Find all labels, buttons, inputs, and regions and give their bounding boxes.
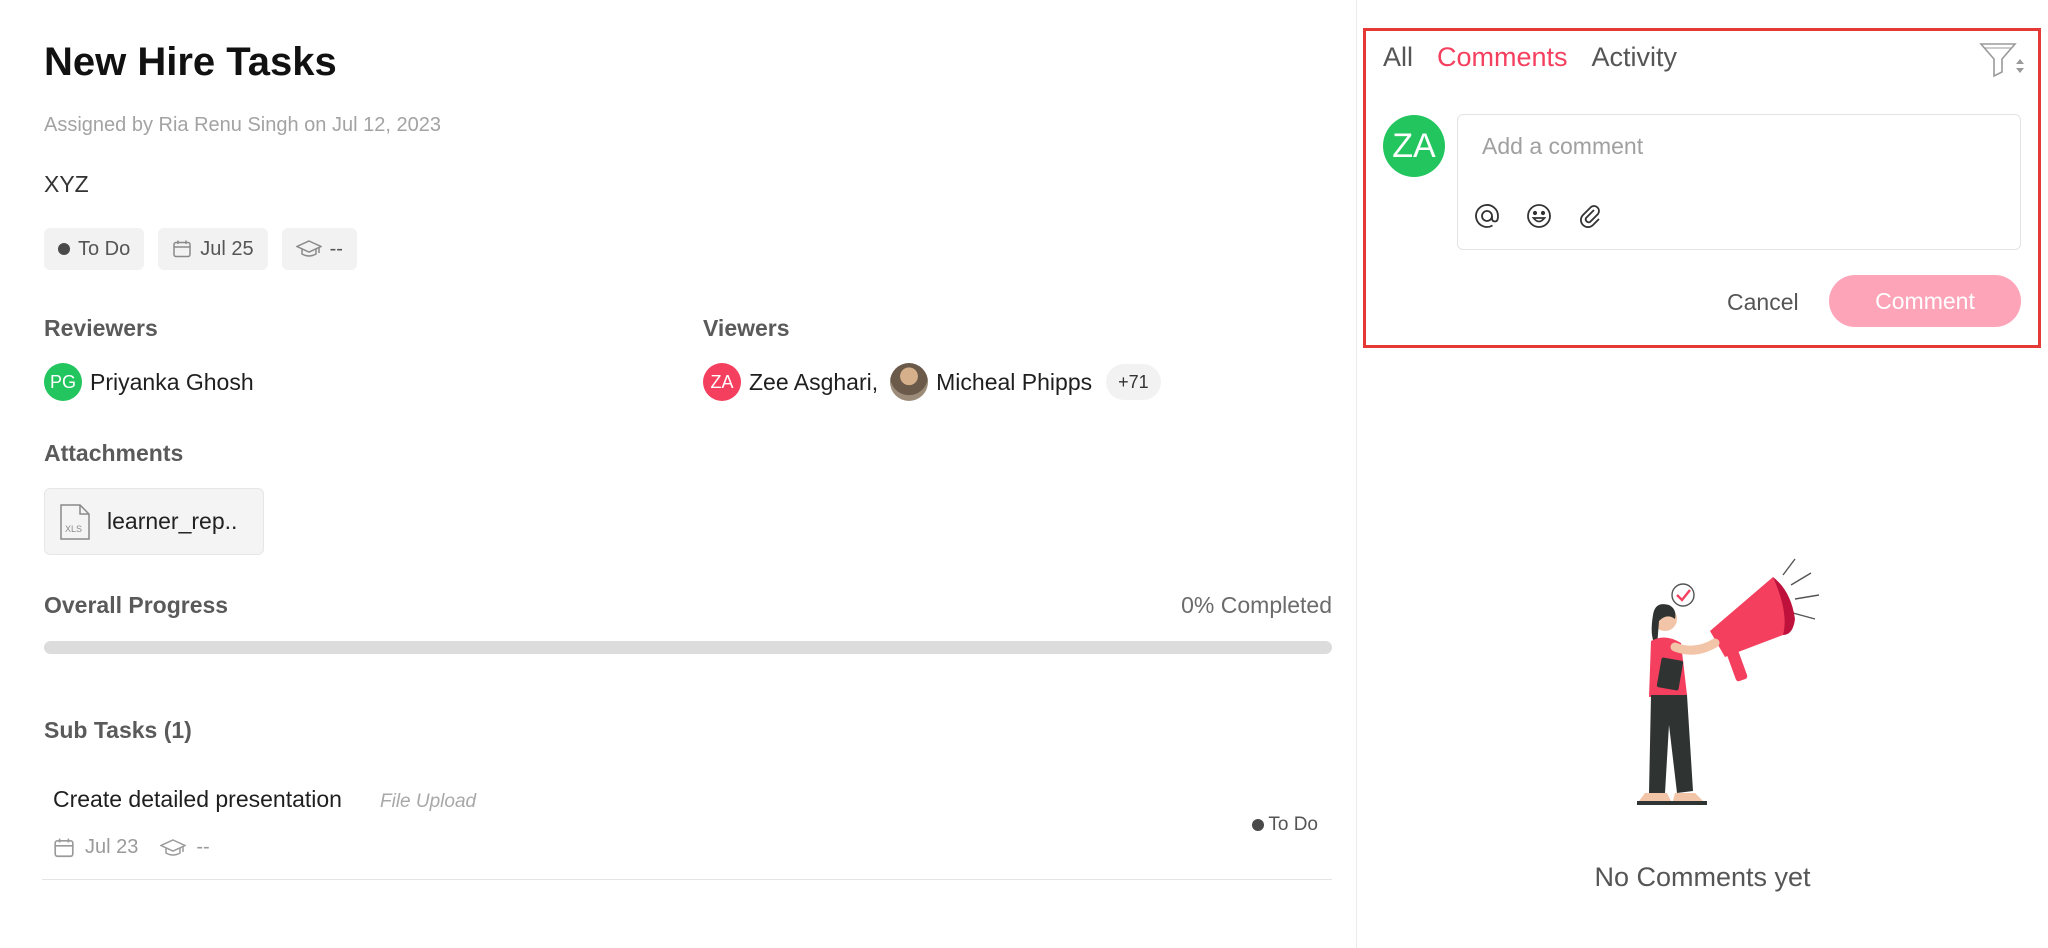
subtask-status-label: To Do: [1268, 814, 1318, 835]
subtask-status: To Do: [1252, 814, 1318, 836]
due-date-chip[interactable]: Jul 25: [158, 228, 268, 270]
viewers-list: ZA Zee Asghari, Micheal Phipps +71: [703, 363, 1161, 401]
assigned-by-text: Assigned by Ria Renu Singh on: [44, 114, 327, 136]
attachment-name: learner_rep..: [107, 508, 238, 534]
comments-tabs: All Comments Activity: [1383, 42, 1677, 73]
task-chips: To Do Jul 25 --: [44, 228, 357, 270]
comment-composer: [1457, 114, 2021, 250]
subtask-type: File Upload: [380, 791, 477, 812]
task-title: New Hire Tasks: [44, 40, 337, 84]
filter-icon: [1979, 43, 2024, 78]
avatar-photo[interactable]: [890, 363, 929, 401]
comment-submit-button[interactable]: Comment: [1829, 275, 2021, 327]
subtask-date: Jul 23: [85, 836, 139, 858]
calendar-icon: [54, 838, 74, 857]
avatar: ZA: [1383, 115, 1445, 177]
paperclip-icon: [1580, 205, 1600, 228]
task-description: XYZ: [44, 171, 89, 197]
tab-all[interactable]: All: [1383, 42, 1413, 73]
more-viewers-button[interactable]: +71: [1106, 364, 1161, 400]
status-dot-icon: [58, 243, 70, 255]
comments-panel: All Comments Activity ZA Add a comment C…: [1357, 0, 2048, 948]
course-label: --: [329, 237, 343, 260]
tab-activity[interactable]: Activity: [1592, 42, 1678, 73]
cancel-button[interactable]: Cancel: [1713, 277, 1813, 327]
emoji-button[interactable]: [1524, 201, 1554, 231]
assigned-info: Assigned by Ria Renu Singh on Jul 12, 20…: [44, 114, 441, 137]
subtask-row[interactable]: Create detailed presentation File Upload…: [42, 772, 1332, 880]
reviewers-heading: Reviewers: [44, 315, 158, 341]
svg-text:XLS: XLS: [65, 524, 82, 534]
subtasks-heading: Sub Tasks (1): [44, 717, 192, 743]
progress-heading: Overall Progress: [44, 592, 229, 618]
progress-bar: [44, 641, 1332, 654]
emoji-icon: [1527, 204, 1551, 228]
comment-tools: [1472, 201, 1606, 231]
task-detail-panel: New Hire Tasks Assigned by Ria Renu Sing…: [0, 0, 1356, 948]
filter-sort-button[interactable]: [1978, 40, 2026, 80]
reviewers-list: PG Priyanka Ghosh: [44, 363, 254, 401]
at-icon: [1475, 204, 1499, 228]
course-chip[interactable]: --: [281, 228, 357, 270]
attach-button[interactable]: [1576, 201, 1606, 231]
status-chip-label: To Do: [78, 237, 131, 260]
graduation-cap-icon: [160, 838, 187, 856]
subtask-course: --: [196, 836, 210, 858]
comment-input[interactable]: [1482, 133, 2002, 160]
megaphone-illustration: [1637, 558, 1820, 805]
subtask-meta: Jul 23 --: [53, 836, 210, 859]
xls-file-icon: XLS: [60, 503, 90, 540]
graduation-cap-icon: [295, 240, 322, 257]
due-date-label: Jul 25: [200, 237, 254, 260]
attachments-heading: Attachments: [44, 440, 184, 466]
avatar[interactable]: PG: [44, 363, 82, 401]
calendar-icon: [173, 240, 191, 258]
mention-button[interactable]: [1472, 201, 1502, 231]
status-dot-icon: [1252, 819, 1265, 831]
tab-comments[interactable]: Comments: [1437, 42, 1568, 73]
status-chip[interactable]: To Do: [44, 228, 145, 270]
viewer-name[interactable]: Micheal Phipps: [936, 369, 1092, 396]
avatar[interactable]: ZA: [703, 363, 741, 401]
reviewer-name[interactable]: Priyanka Ghosh: [90, 369, 254, 396]
attachment-file[interactable]: XLS learner_rep..: [44, 488, 264, 555]
assigned-date: Jul 12, 2023: [331, 114, 441, 136]
empty-state-text: No Comments yet: [1594, 862, 1811, 892]
progress-percent: 0% Completed: [1181, 592, 1332, 618]
subtask-title[interactable]: Create detailed presentation: [53, 786, 342, 813]
viewers-heading: Viewers: [703, 315, 790, 341]
viewer-name[interactable]: Zee Asghari,: [749, 369, 878, 396]
